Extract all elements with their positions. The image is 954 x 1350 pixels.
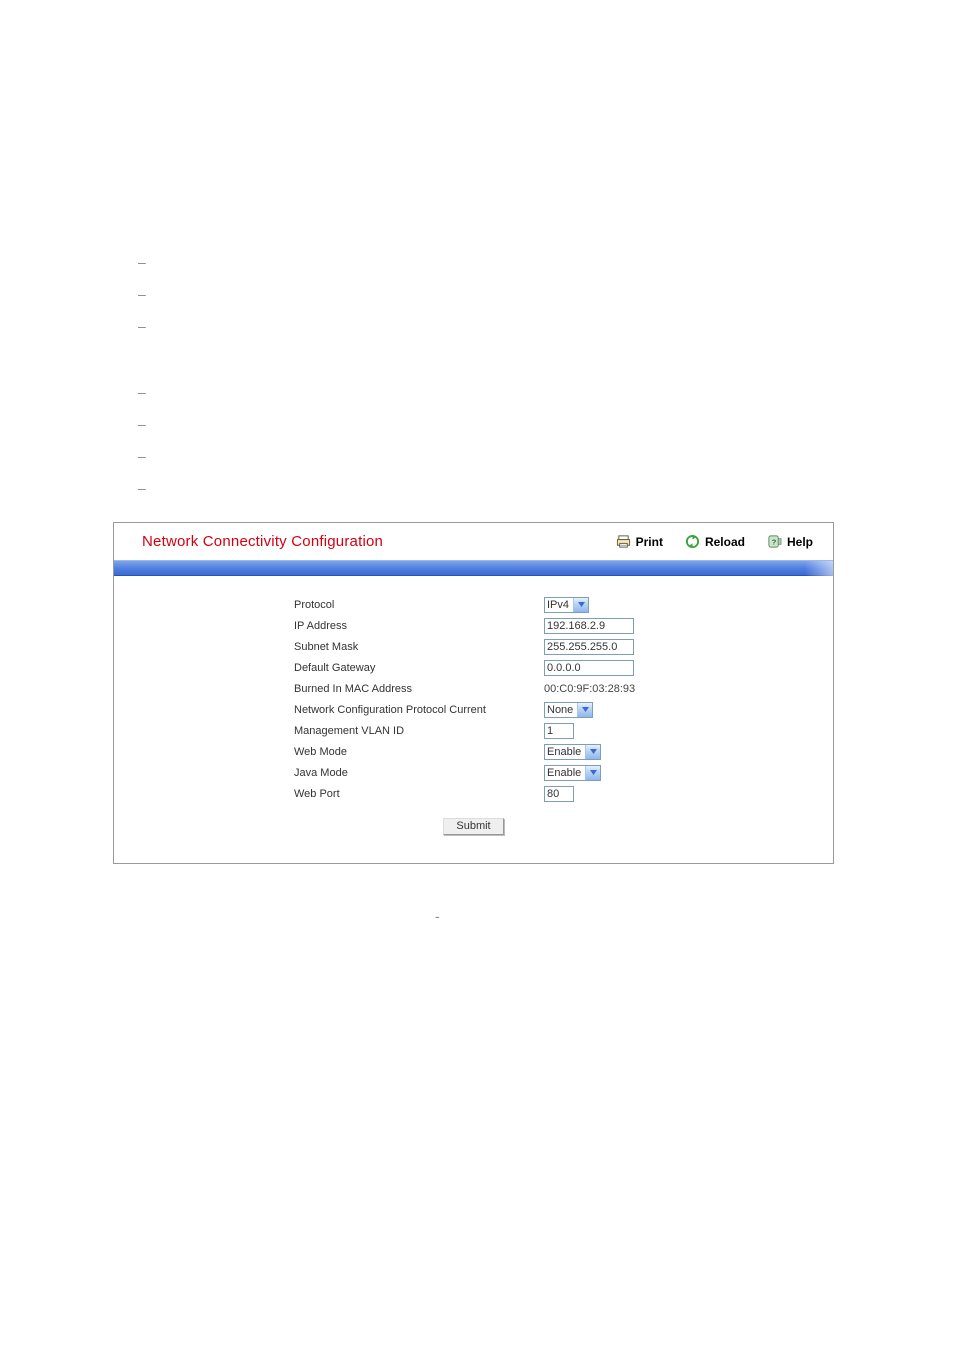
bullet-dash: –: [138, 449, 146, 463]
bullet-dash: –: [138, 385, 146, 399]
reload-label: Reload: [705, 535, 745, 549]
protocol-label: Protocol: [294, 599, 544, 611]
protocol-select[interactable]: IPv4: [544, 597, 589, 613]
panel-title: Network Connectivity Configuration: [142, 533, 383, 550]
mac-address-label: Burned In MAC Address: [294, 683, 544, 695]
web-mode-select[interactable]: Enable: [544, 744, 601, 760]
help-button[interactable]: ? Help: [767, 534, 813, 550]
subnet-mask-label: Subnet Mask: [294, 641, 544, 653]
print-button[interactable]: Print: [616, 534, 663, 550]
svg-text:?: ?: [772, 537, 777, 546]
reload-button[interactable]: Reload: [685, 534, 745, 550]
net-config-protocol-select[interactable]: None: [544, 702, 593, 718]
ip-address-label: IP Address: [294, 620, 544, 632]
help-label: Help: [787, 535, 813, 549]
vlan-id-input[interactable]: [544, 723, 574, 739]
subnet-mask-input[interactable]: [544, 639, 634, 655]
form-area: Protocol IPv4 IP Address: [114, 576, 833, 863]
bar-highlight: [805, 561, 833, 577]
bullet-dash: –: [138, 319, 146, 333]
web-mode-label: Web Mode: [294, 746, 544, 758]
network-connectivity-panel: Network Connectivity Configuration Print: [113, 522, 834, 864]
vlan-id-label: Management VLAN ID: [294, 725, 544, 737]
printer-icon: [616, 534, 632, 550]
bullet-dash: –: [138, 287, 146, 301]
bullet-dash: –: [138, 481, 146, 495]
submit-row: Submit: [114, 804, 833, 853]
chevron-down-icon: [585, 745, 600, 759]
page-footnote-dash: -: [435, 908, 440, 924]
bullet-dash: –: [138, 417, 146, 431]
panel-actions: Print Reload: [616, 534, 819, 550]
chevron-down-icon: [573, 598, 588, 612]
web-mode-value: Enable: [547, 746, 585, 758]
reload-icon: [685, 534, 701, 550]
protocol-value: IPv4: [547, 599, 573, 611]
java-mode-select[interactable]: Enable: [544, 765, 601, 781]
form-table: Protocol IPv4 IP Address: [294, 594, 833, 804]
panel-divider-bar: [114, 560, 833, 576]
web-port-input[interactable]: [544, 786, 574, 802]
java-mode-value: Enable: [547, 767, 585, 779]
chevron-down-icon: [577, 703, 592, 717]
ip-address-input[interactable]: [544, 618, 634, 634]
net-config-protocol-value: None: [547, 704, 577, 716]
print-label: Print: [636, 535, 663, 549]
chevron-down-icon: [585, 766, 600, 780]
net-config-protocol-label: Network Configuration Protocol Current: [294, 704, 544, 716]
panel-header: Network Connectivity Configuration Print: [114, 523, 833, 560]
default-gateway-input[interactable]: [544, 660, 634, 676]
web-port-label: Web Port: [294, 788, 544, 800]
default-gateway-label: Default Gateway: [294, 662, 544, 674]
bullet-dash: –: [138, 255, 146, 269]
bullet-group-mid: – – – –: [138, 385, 146, 495]
help-icon: ?: [767, 534, 783, 550]
submit-button[interactable]: Submit: [443, 818, 503, 835]
java-mode-label: Java Mode: [294, 767, 544, 779]
mac-address-value: 00:C0:9F:03:28:93: [544, 683, 635, 695]
bullet-group-top: – – –: [138, 255, 146, 333]
